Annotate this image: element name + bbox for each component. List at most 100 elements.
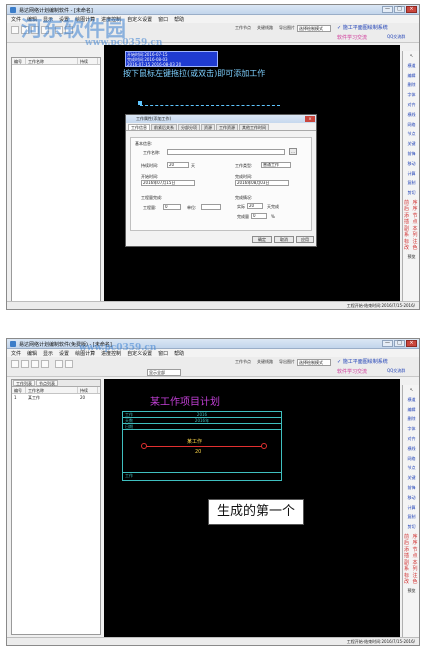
quantity-input[interactable]: 0 [163,204,181,210]
tool-10[interactable]: 前锋 [403,483,419,493]
menu-custom[interactable]: 自定义设置 [127,16,152,23]
draw-mode-select[interactable]: 选择绘制模式 [297,359,331,366]
undo-icon[interactable] [55,26,63,34]
tab-node-list[interactable]: 节点列表 [36,380,58,386]
ratio-input[interactable]: 0 [251,213,267,219]
notice-link-site[interactable]: ✓ 施工平面图绘制系统 [337,24,388,31]
toolbar-label-nodes[interactable]: 工作节点 [235,25,251,31]
start-time-input[interactable]: 2016年07月15日 [141,180,195,186]
menu-window[interactable]: 窗口 [158,350,168,357]
tool-6[interactable]: 横线 [403,444,419,454]
menu-draw[interactable]: 绘图计算 [75,16,95,23]
minimize-button[interactable]: — [382,6,393,13]
tool-7[interactable]: 网络 [403,454,419,464]
red-tool-b7[interactable]: 色 [412,245,420,252]
tool-3[interactable]: 删除 [403,80,419,90]
task-name-input[interactable] [167,149,285,155]
toolbar-label-critical[interactable]: 关键线路 [257,359,273,365]
toolbar-label-export[interactable]: 导出图片 [279,25,295,31]
open-file-icon[interactable] [21,26,29,34]
tab-relations[interactable]: 前紧后关系 [151,124,177,130]
red-tool-b7[interactable]: 色 [412,579,420,586]
tab-other-time[interactable]: 其他工作时间 [239,124,269,130]
print-icon[interactable] [41,26,49,34]
tab-task-list[interactable]: 工作列表 [13,380,35,386]
tool-12[interactable]: 计算 [403,169,419,179]
maximize-button[interactable]: □ [394,340,405,347]
menu-progress[interactable]: 进度控制 [101,16,121,23]
menu-view[interactable]: 显示 [43,350,53,357]
new-file-icon[interactable] [11,26,19,34]
tool-14[interactable]: 剪切 [403,522,419,532]
cancel-button[interactable]: 取消 [274,236,294,243]
menu-help[interactable]: 帮助 [174,350,184,357]
close-button[interactable]: × [406,6,417,13]
tool-13[interactable]: 复制 [403,178,419,188]
menu-file[interactable]: 文件 [11,16,21,23]
menu-custom[interactable]: 自定义设置 [127,350,152,357]
tool-5[interactable]: 对齐 [403,100,419,110]
draw-mode-select[interactable]: 选择绘制模式 [297,25,331,32]
menu-draw[interactable]: 绘图计算 [75,350,95,357]
notice-link-learn[interactable]: 软件学习交流 [337,34,367,41]
toolbar-label-critical[interactable]: 关键线路 [257,25,273,31]
duration-input[interactable]: 20 [167,162,189,168]
tool-13[interactable]: 复制 [403,512,419,522]
qq-group-link[interactable]: QQ交流群 [387,368,405,374]
tool-12[interactable]: 计算 [403,503,419,513]
ok-button[interactable]: 确定 [252,236,272,243]
menu-settings[interactable]: 设置 [59,350,69,357]
task-arrow[interactable] [145,446,263,447]
menu-help[interactable]: 帮助 [174,16,184,23]
tool-1[interactable]: 横道 [403,61,419,71]
drawing-canvas[interactable]: 某工作项目计划 2016 2016年 工作 天数 日期 某工作 20 工作 生成… [104,379,400,637]
open-file-icon[interactable] [21,360,29,368]
tool-11[interactable]: 移动 [403,159,419,169]
redo-icon[interactable] [65,360,73,368]
task-name-picker-button[interactable]: … [289,148,297,155]
menu-progress[interactable]: 进度控制 [101,350,121,357]
tool-7[interactable]: 网络 [403,120,419,130]
undo-icon[interactable] [55,360,63,368]
preview-button[interactable]: 预览 [403,252,419,262]
qq-group-link[interactable]: QQ交流群 [387,34,405,40]
tool-4[interactable]: 字体 [403,90,419,100]
save-icon[interactable] [31,26,39,34]
menu-file[interactable]: 文件 [11,350,21,357]
zoom-select[interactable]: 显示全部 [147,369,181,376]
tool-8[interactable]: 节点 [403,129,419,139]
apply-button[interactable]: 应用 [296,236,314,243]
finish-time-input[interactable]: 2016年08月03日 [235,180,289,186]
red-tool-7[interactable]: 改 [403,579,412,586]
task-start-node[interactable] [141,443,147,449]
actual-input[interactable]: 20 [247,203,263,209]
menu-edit[interactable]: 编辑 [27,16,37,23]
tool-3[interactable]: 删除 [403,414,419,424]
task-type-select[interactable]: 普通工作 [261,162,291,168]
tool-6[interactable]: 横线 [403,110,419,120]
dialog-close-icon[interactable]: × [305,116,315,122]
tool-4[interactable]: 字体 [403,424,419,434]
tool-5[interactable]: 对齐 [403,434,419,444]
notice-link-site[interactable]: ✓ 施工平面图绘制系统 [337,358,388,365]
maximize-button[interactable]: □ [394,6,405,13]
print-icon[interactable] [41,360,49,368]
menu-view[interactable]: 显示 [43,16,53,23]
close-button[interactable]: × [406,340,417,347]
new-file-icon[interactable] [11,360,19,368]
menu-settings[interactable]: 设置 [59,16,69,23]
tab-sections[interactable]: 分部分项 [178,124,200,130]
tool-select[interactable]: ↖ [403,385,419,395]
toolbar-label-export[interactable]: 导出图片 [279,359,295,365]
tool-11[interactable]: 移动 [403,493,419,503]
notice-link-learn[interactable]: 软件学习交流 [337,368,367,375]
tool-9[interactable]: 关键 [403,139,419,149]
tool-8[interactable]: 节点 [403,463,419,473]
redo-icon[interactable] [65,26,73,34]
preview-button[interactable]: 预览 [403,586,419,596]
red-tool-7[interactable]: 改 [403,245,412,252]
unit-input[interactable] [201,204,221,210]
tool-2[interactable]: 编辑 [403,405,419,415]
menu-edit[interactable]: 编辑 [27,350,37,357]
tab-resources[interactable]: 资源 [201,124,215,130]
